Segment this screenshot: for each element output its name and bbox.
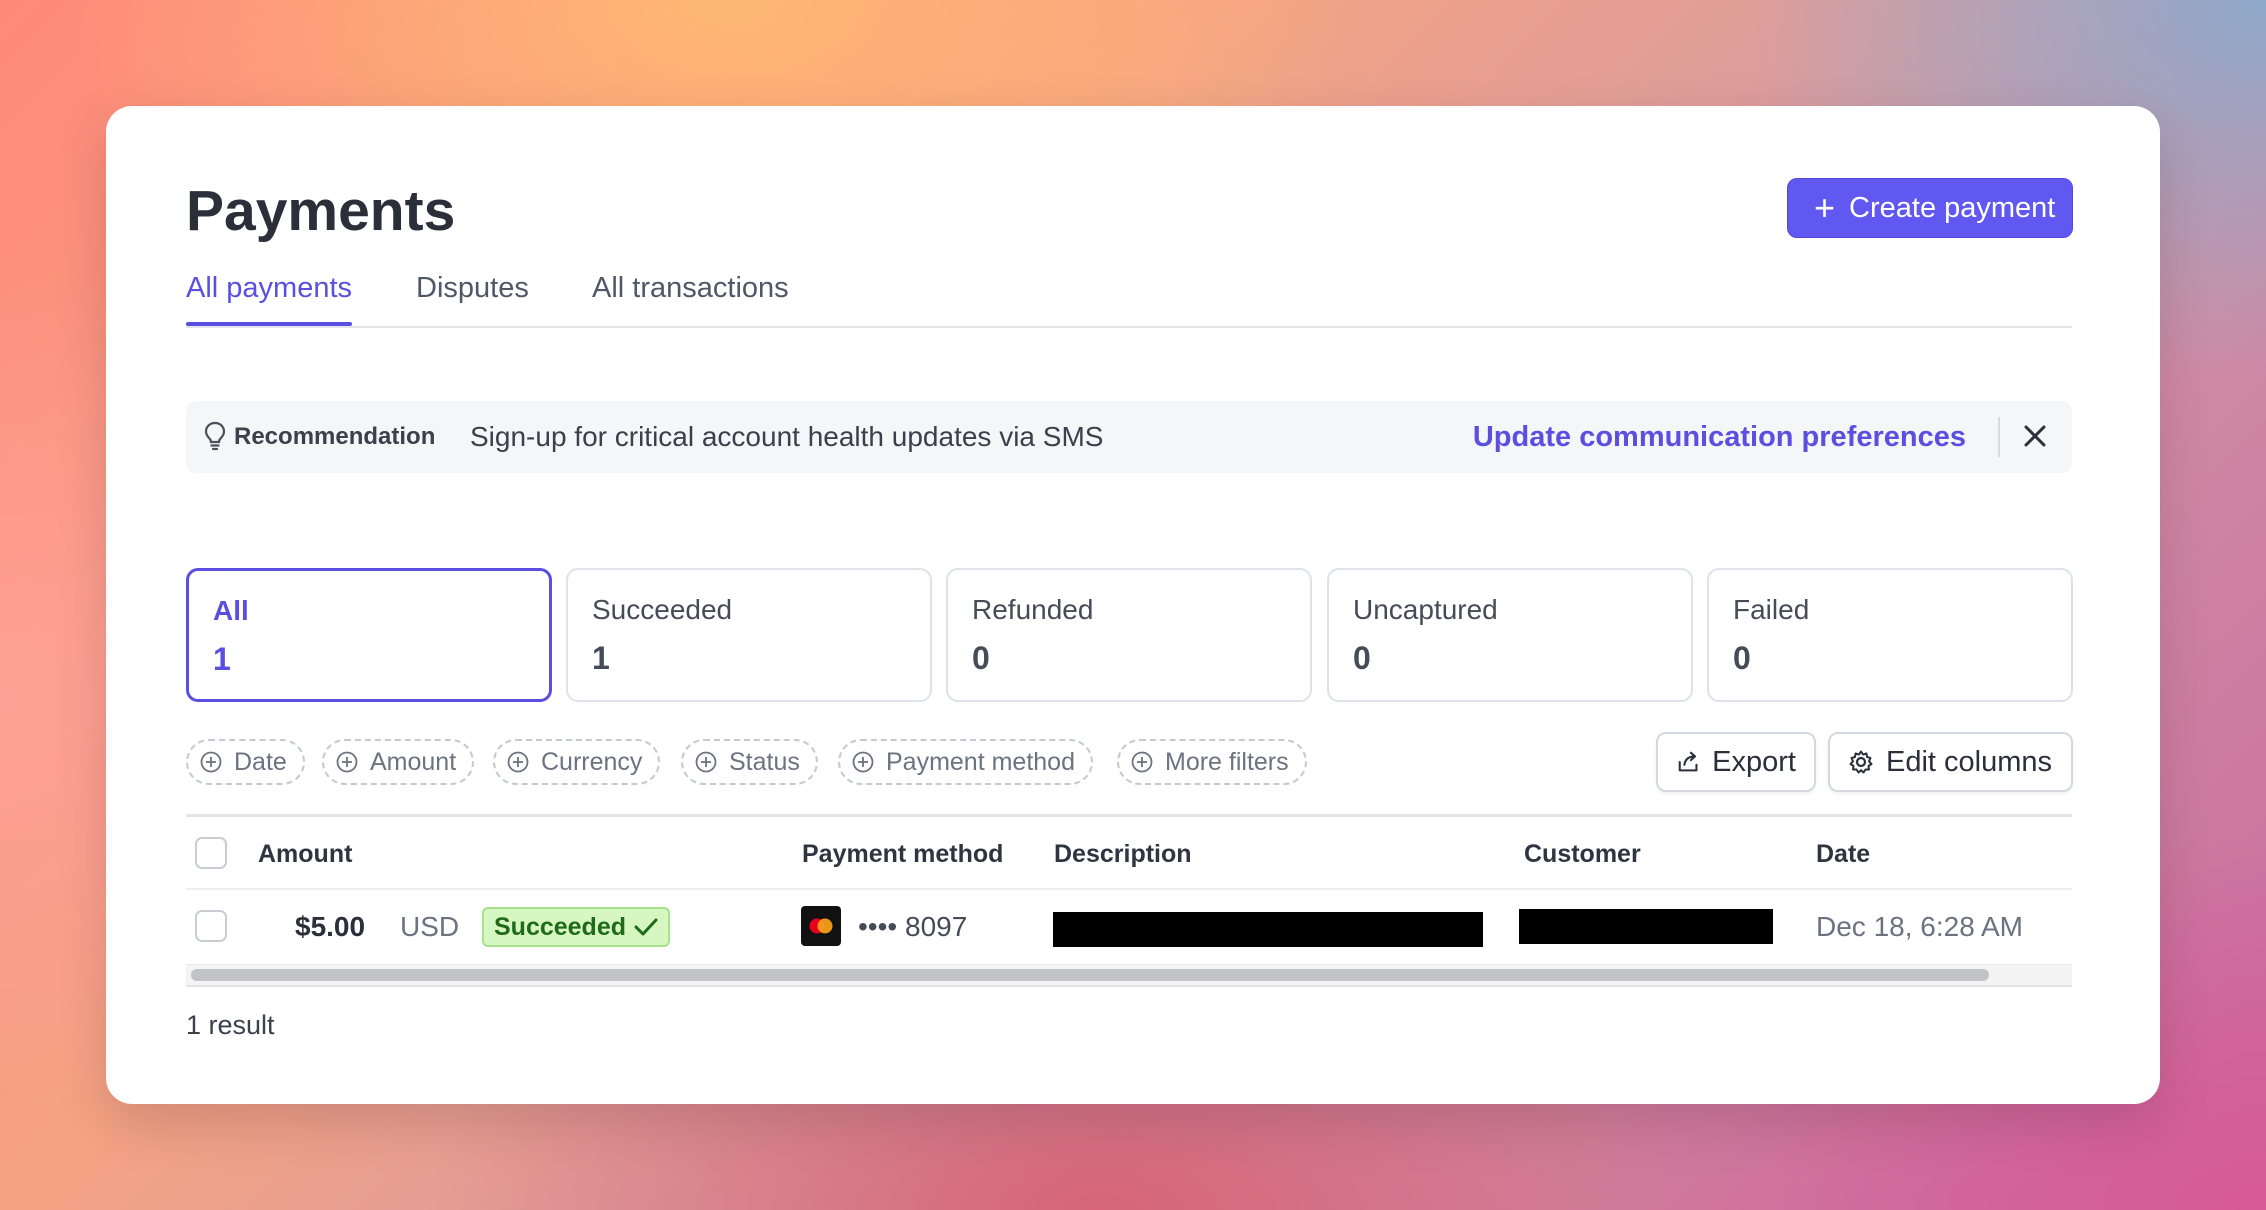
stat-label: Succeeded (592, 594, 733, 625)
gear-icon (1849, 750, 1873, 774)
recommendation-label: Recommendation (234, 423, 436, 450)
recommendation-banner: Recommendation Sign-up for critical acco… (186, 401, 2072, 473)
column-header-description[interactable]: Description (1054, 840, 1192, 869)
recommendation-message: Sign-up for critical account health upda… (470, 421, 1104, 452)
filter-chip-more-filters[interactable]: More filters (1117, 739, 1307, 785)
column-header-date[interactable]: Date (1816, 840, 1870, 869)
filter-chip-amount[interactable]: Amount (322, 739, 475, 785)
page-title: Payments (186, 179, 456, 243)
stat-value: 0 (972, 640, 990, 676)
stat-label: Uncaptured (1353, 594, 1498, 625)
stat-card-failed[interactable]: Failed 0 (1707, 568, 2073, 702)
plus-icon: + (1814, 187, 1836, 228)
update-preferences-link[interactable]: Update communication preferences (1473, 421, 1966, 454)
stat-card-succeeded[interactable]: Succeeded 1 (566, 568, 932, 702)
filter-chip-label: Currency (541, 747, 643, 776)
column-header-payment-method[interactable]: Payment method (802, 840, 1003, 869)
export-button[interactable]: Export (1656, 732, 1816, 792)
plus-circle-icon (695, 751, 717, 773)
stat-label: All (213, 595, 249, 626)
horizontal-scrollbar[interactable] (186, 964, 2072, 987)
stat-label: Failed (1733, 594, 1810, 625)
filter-chip-currency[interactable]: Currency (493, 739, 661, 785)
filter-chip-label: Date (234, 747, 287, 776)
row-checkbox[interactable] (195, 910, 227, 942)
edit-columns-button[interactable]: Edit columns (1828, 732, 2073, 792)
stat-value: 1 (592, 640, 610, 676)
description-redacted (1053, 912, 1483, 947)
checkmark-icon (634, 918, 658, 936)
plus-circle-icon (1131, 751, 1153, 773)
plus-circle-icon (507, 751, 529, 773)
close-icon[interactable] (2020, 421, 2050, 451)
status-badge: Succeeded (482, 907, 671, 947)
mastercard-icon (801, 906, 841, 946)
header-row-divider (186, 888, 2072, 890)
filter-chip-label: Status (729, 747, 800, 776)
banner-divider (1998, 417, 2000, 457)
lightbulb-icon (204, 421, 226, 451)
export-icon (1678, 751, 1698, 772)
date-value: Dec 18, 6:28 AM (1816, 911, 2024, 942)
stat-value: 0 (1353, 640, 1371, 676)
stat-card-refunded[interactable]: Refunded 0 (946, 568, 1312, 702)
column-header-customer[interactable]: Customer (1524, 840, 1641, 869)
tab-all-payments[interactable]: All payments (186, 272, 353, 326)
create-payment-label: Create payment (1849, 191, 2056, 224)
plus-circle-icon (852, 751, 874, 773)
filter-chip-label: Amount (370, 747, 457, 776)
tab-bar: All payments Disputes All transactions (186, 266, 2072, 328)
stat-value: 0 (1733, 640, 1751, 676)
filter-chip-label: Payment method (886, 747, 1075, 776)
stat-label: Refunded (972, 594, 1094, 625)
payments-card: Payments + Create payment All payments D… (106, 106, 2160, 1104)
amount-value: $5.00 (295, 911, 366, 942)
stat-card-uncaptured[interactable]: Uncaptured 0 (1327, 568, 1693, 702)
stat-value: 1 (213, 641, 231, 677)
create-payment-button[interactable]: + Create payment (1787, 178, 2073, 238)
filter-chip-date[interactable]: Date (186, 739, 305, 785)
filter-chip-payment-method[interactable]: Payment method (838, 739, 1093, 785)
edit-columns-label: Edit columns (1886, 745, 2053, 778)
scrollbar-thumb[interactable] (191, 969, 1989, 981)
filter-chip-status[interactable]: Status (681, 739, 818, 785)
result-count: 1 result (186, 1010, 275, 1040)
select-all-checkbox[interactable] (195, 837, 227, 869)
tab-disputes[interactable]: Disputes (416, 272, 529, 305)
export-label: Export (1712, 745, 1796, 778)
column-header-amount[interactable]: Amount (258, 840, 352, 869)
plus-circle-icon (336, 751, 358, 773)
plus-circle-icon (200, 751, 222, 773)
tab-all-transactions[interactable]: All transactions (592, 272, 789, 305)
status-label: Succeeded (494, 912, 627, 941)
table-top-border (186, 814, 2072, 817)
filter-chip-label: More filters (1165, 747, 1289, 776)
customer-redacted (1519, 909, 1773, 944)
stat-card-all[interactable]: All 1 (186, 568, 552, 702)
currency-value: USD (400, 911, 460, 942)
card-last4: •••• 8097 (858, 911, 968, 942)
